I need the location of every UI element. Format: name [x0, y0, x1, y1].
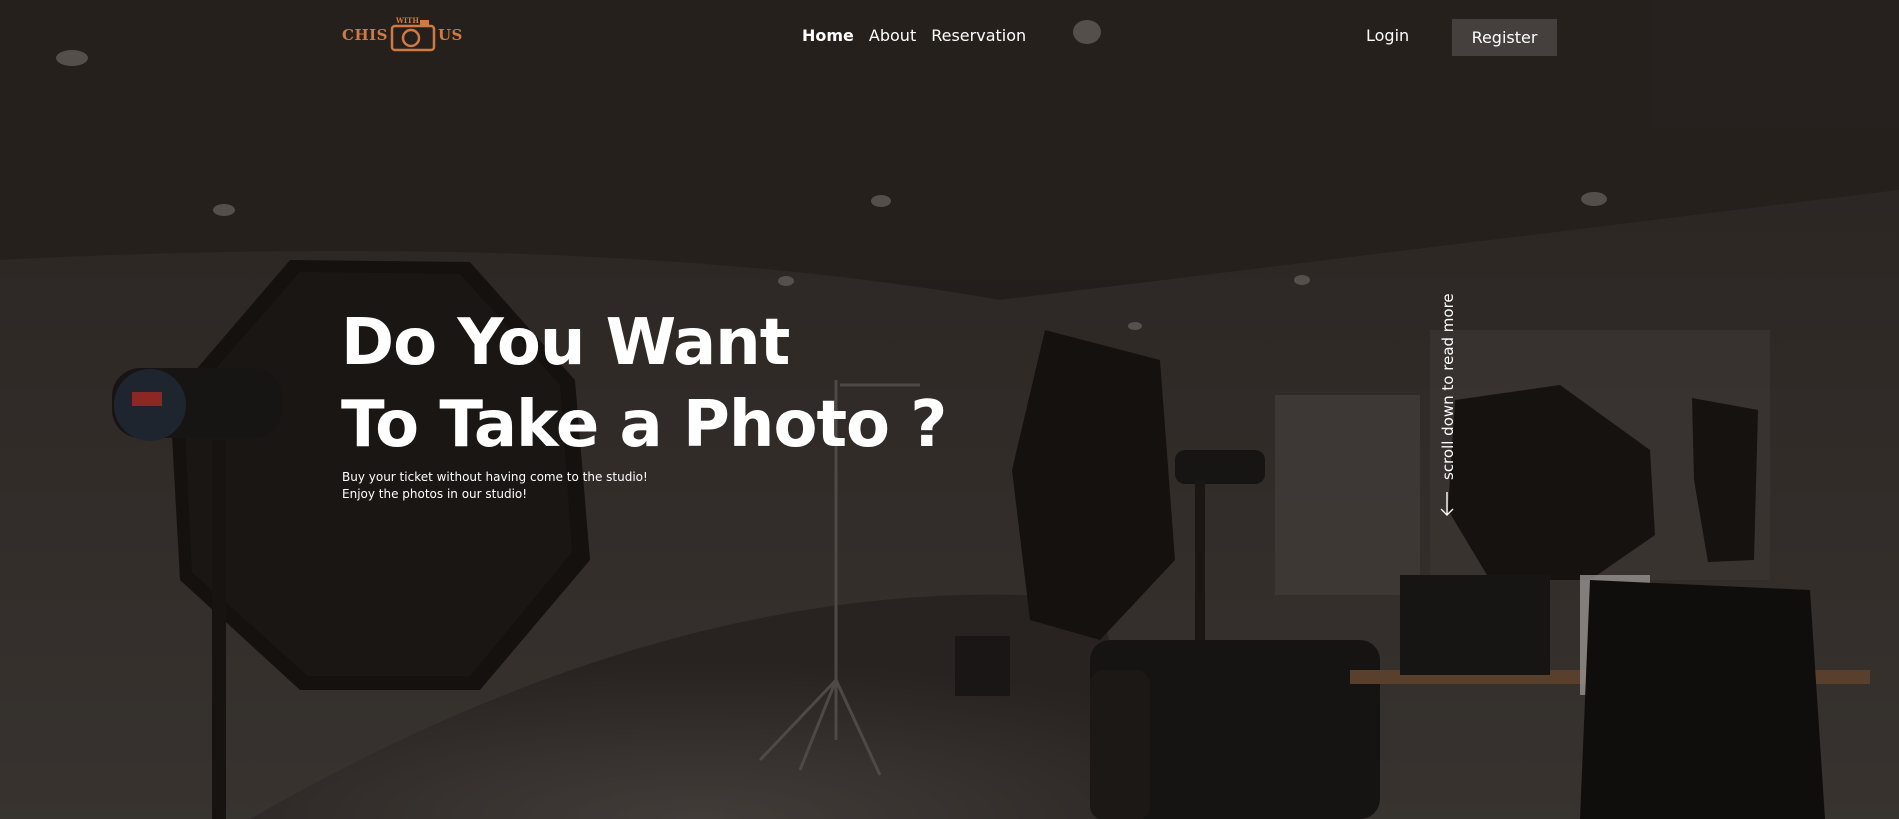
brand-logo-small: WITH [395, 16, 419, 25]
hero-subtitle: Buy your ticket without having come to t… [342, 469, 648, 503]
main-nav: Home About Reservation [802, 26, 1026, 45]
hero-subtitle-line-1: Buy your ticket without having come to t… [342, 470, 648, 484]
scroll-indicator[interactable]: scroll down to read more [1436, 290, 1458, 520]
camera-icon: WITH [390, 16, 436, 52]
hero-subtitle-line-2: Enjoy the photos in our studio! [342, 487, 528, 501]
nav-reservation[interactable]: Reservation [931, 26, 1026, 45]
nav-home[interactable]: Home [802, 26, 854, 45]
hero-title-line-1: Do You Want [341, 306, 790, 380]
brand-logo-left: CHIS [342, 26, 388, 44]
hero-title: Do You Want To Take a Photo ? [341, 302, 947, 466]
hero-title-line-2: To Take a Photo ? [341, 388, 947, 462]
arrow-down-icon [1439, 490, 1455, 522]
hero-background-image [0, 0, 1899, 819]
login-link[interactable]: Login [1366, 26, 1409, 45]
scroll-label: scroll down to read more [1439, 293, 1457, 480]
nav-about[interactable]: About [869, 26, 916, 45]
register-button[interactable]: Register [1452, 19, 1557, 56]
brand-logo-right: US [437, 26, 463, 44]
brand-logo[interactable]: CHIS WITH US [342, 16, 463, 52]
